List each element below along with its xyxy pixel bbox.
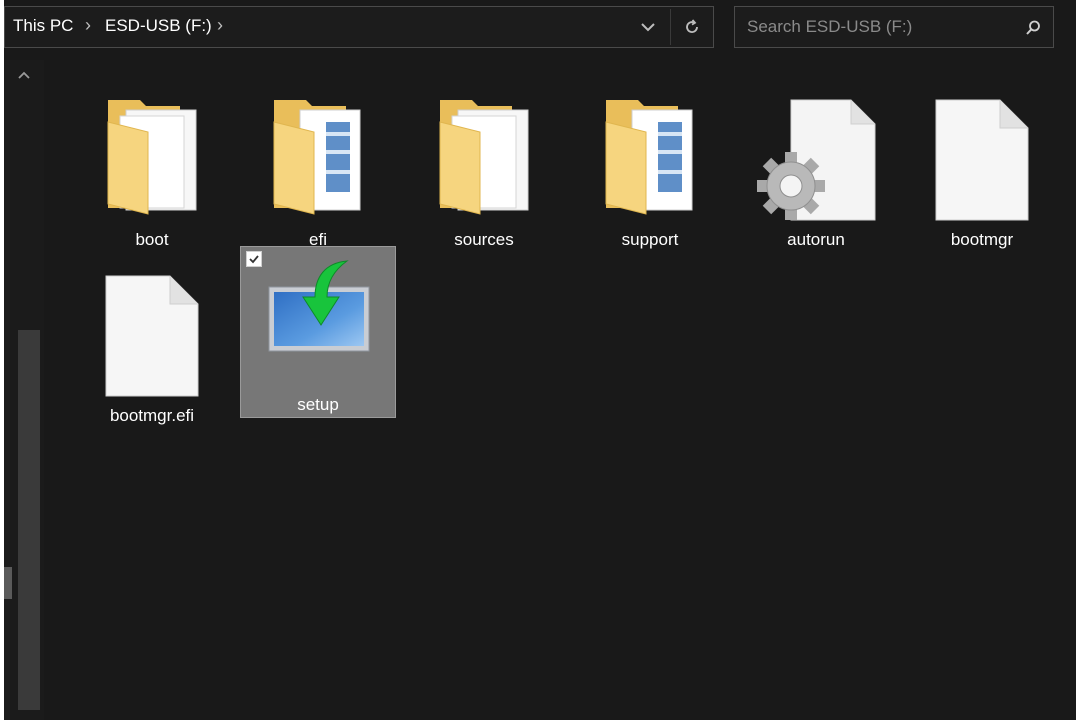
file-name: setup (297, 395, 339, 414)
address-bar[interactable]: This PC › ESD-USB (F:) › (4, 6, 714, 48)
file-item-bootmgr[interactable]: bootmgr (904, 74, 1060, 249)
navigation-pane[interactable] (4, 60, 44, 720)
chevron-right-icon[interactable]: › (85, 15, 91, 36)
chevron-up-icon (18, 71, 30, 79)
setup-icon (241, 257, 395, 387)
file-name: boot (135, 230, 169, 249)
gear-file-icon (738, 92, 894, 222)
address-divider (670, 9, 671, 45)
breadcrumb-esd-usb[interactable]: ESD-USB (F:) (105, 16, 212, 36)
scrollbar-thumb[interactable] (18, 330, 40, 710)
folder-icon (572, 92, 728, 222)
search-input[interactable]: Search ESD-USB (F:) (747, 17, 912, 37)
file-item-support[interactable]: support (572, 74, 728, 249)
file-item-autorun[interactable]: autorun (738, 74, 894, 249)
file-item-setup[interactable]: setup (240, 246, 396, 418)
file-name: bootmgr (950, 230, 1014, 249)
file-explorer-window: This PC › ESD-USB (F:) › Search ESD-USB … (4, 0, 1076, 720)
address-dropdown-button[interactable] (629, 7, 667, 47)
scroll-up-button[interactable] (14, 66, 34, 84)
blank-file-icon (904, 92, 1060, 222)
breadcrumb-this-pc[interactable]: This PC (13, 16, 73, 36)
file-name: autorun (787, 230, 845, 249)
pane-resize-handle[interactable] (4, 567, 12, 599)
file-list: boot efi sources support autorun bootmgr… (48, 60, 1076, 720)
file-name: support (621, 230, 679, 249)
folder-icon (240, 92, 396, 222)
search-icon (1026, 20, 1040, 35)
search-box[interactable]: Search ESD-USB (F:) (734, 6, 1054, 48)
folder-icon (406, 92, 562, 222)
file-name: sources (454, 230, 514, 249)
file-item-bootmgr-efi[interactable]: bootmgr.efi (74, 250, 230, 425)
file-item-efi[interactable]: efi (240, 74, 396, 249)
refresh-icon (686, 19, 698, 33)
refresh-button[interactable] (673, 7, 711, 47)
blank-file-icon (74, 268, 230, 398)
chevron-down-icon (641, 23, 655, 32)
search-button[interactable] (1021, 16, 1045, 40)
file-name: bootmgr.efi (109, 406, 195, 425)
chevron-right-icon[interactable]: › (217, 15, 223, 36)
file-item-sources[interactable]: sources (406, 74, 562, 249)
folder-icon (74, 92, 230, 222)
file-item-boot[interactable]: boot (74, 74, 230, 249)
